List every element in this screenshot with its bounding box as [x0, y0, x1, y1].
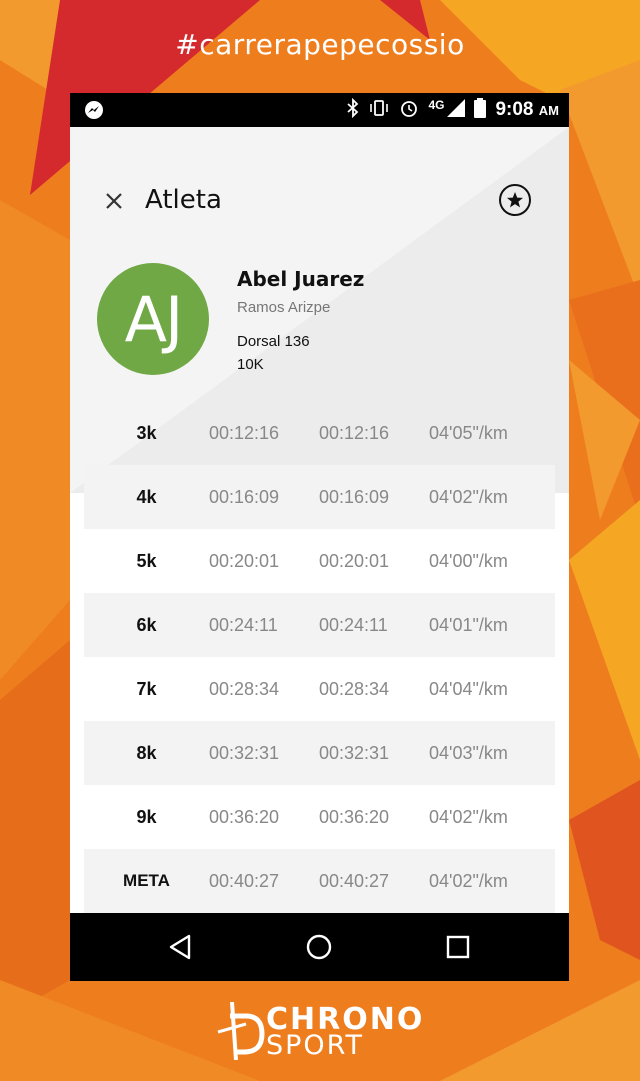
- split-label: 6k: [136, 614, 157, 635]
- table-row: 3k 00:12:16 00:12:16 04'05"/km: [84, 401, 555, 465]
- split-time-2: 00:24:11: [319, 614, 388, 635]
- status-bar: 4G 9:08 AM: [70, 93, 569, 127]
- split-time: 00:28:34: [209, 678, 280, 699]
- split-time: 00:24:11: [209, 614, 278, 635]
- table-row: META 00:40:27 00:40:27 04'02"/km: [84, 849, 555, 913]
- split-label: 9k: [136, 806, 157, 827]
- athlete-city: Ramos Arizpe: [237, 299, 331, 316]
- split-pace: 04'02"/km: [429, 486, 508, 507]
- close-icon: [106, 193, 122, 209]
- split-label: 5k: [136, 550, 157, 571]
- messenger-icon: [84, 100, 104, 125]
- avatar: AJ: [97, 263, 209, 375]
- split-label: 4k: [136, 486, 157, 507]
- split-label: 3k: [136, 422, 157, 443]
- table-row: 8k 00:32:31 00:32:31 04'03"/km: [84, 721, 555, 785]
- nav-recents-button[interactable]: [444, 933, 472, 961]
- table-row: 6k 00:24:11 00:24:11 04'01"/km: [84, 593, 555, 657]
- splits-table: 3k 00:12:16 00:12:16 04'05"/km 4k 00:16:…: [84, 401, 555, 913]
- home-icon: [306, 934, 332, 960]
- split-time-2: 00:32:31: [319, 742, 390, 763]
- split-label: META: [123, 871, 170, 890]
- page-title: Atleta: [145, 185, 222, 215]
- network-type: 4G: [428, 98, 445, 112]
- brand-line-2: SPORT: [266, 1030, 364, 1061]
- chronosport-logo: CHRONO SPORT: [216, 1002, 431, 1061]
- battery-icon: [474, 97, 487, 123]
- split-time-2: 00:28:34: [319, 678, 390, 699]
- split-time: 00:32:31: [209, 742, 280, 763]
- split-time-2: 00:16:09: [319, 486, 390, 507]
- athlete-name: Abel Juarez: [237, 267, 365, 291]
- split-time: 00:16:09: [209, 486, 280, 507]
- vibrate-icon: [368, 99, 390, 122]
- split-time-2: 00:12:16: [319, 422, 390, 443]
- table-row: 4k 00:16:09 00:16:09 04'02"/km: [84, 465, 555, 529]
- table-row: 5k 00:20:01 00:20:01 04'00"/km: [84, 529, 555, 593]
- recents-icon: [446, 935, 470, 959]
- split-pace: 04'03"/km: [429, 742, 508, 763]
- bluetooth-icon: [347, 97, 359, 123]
- split-pace: 04'01"/km: [429, 614, 508, 635]
- favorite-button[interactable]: [498, 183, 532, 217]
- signal-icon: [447, 98, 466, 122]
- star-icon: [499, 184, 531, 216]
- hashtag-title: #carrerapepecossio: [175, 28, 465, 61]
- split-time: 00:36:20: [209, 806, 280, 827]
- split-time: 00:12:16: [209, 422, 280, 443]
- split-pace: 04'05"/km: [429, 422, 508, 443]
- split-time: 00:40:27: [209, 870, 280, 891]
- split-time-2: 00:20:01: [319, 550, 390, 571]
- table-row: 9k 00:36:20 00:36:20 04'02"/km: [84, 785, 555, 849]
- split-pace: 04'02"/km: [429, 870, 508, 891]
- clock: 9:08 AM: [495, 99, 559, 120]
- close-button[interactable]: [102, 189, 126, 213]
- split-pace: 04'04"/km: [429, 678, 508, 699]
- nav-back-button[interactable]: [167, 933, 195, 961]
- logo-mark-icon: [217, 1002, 265, 1060]
- split-label: 8k: [136, 742, 157, 763]
- athlete-bib: Dorsal 136: [237, 333, 310, 350]
- split-time-2: 00:36:20: [319, 806, 390, 827]
- split-pace: 04'02"/km: [429, 806, 508, 827]
- athlete-distance: 10K: [237, 356, 264, 373]
- back-icon: [169, 934, 191, 960]
- split-pace: 04'00"/km: [429, 550, 508, 571]
- phone-screen: 4G 9:08 AM Atleta AJ Abel Juarez Ramos A…: [70, 93, 569, 981]
- table-row: 7k 00:28:34 00:28:34 04'04"/km: [84, 657, 555, 721]
- nav-home-button[interactable]: [305, 933, 333, 961]
- alarm-icon: [399, 98, 419, 123]
- split-time: 00:20:01: [209, 550, 280, 571]
- split-label: 7k: [136, 678, 157, 699]
- split-time-2: 00:40:27: [319, 870, 390, 891]
- navigation-bar: [70, 913, 569, 981]
